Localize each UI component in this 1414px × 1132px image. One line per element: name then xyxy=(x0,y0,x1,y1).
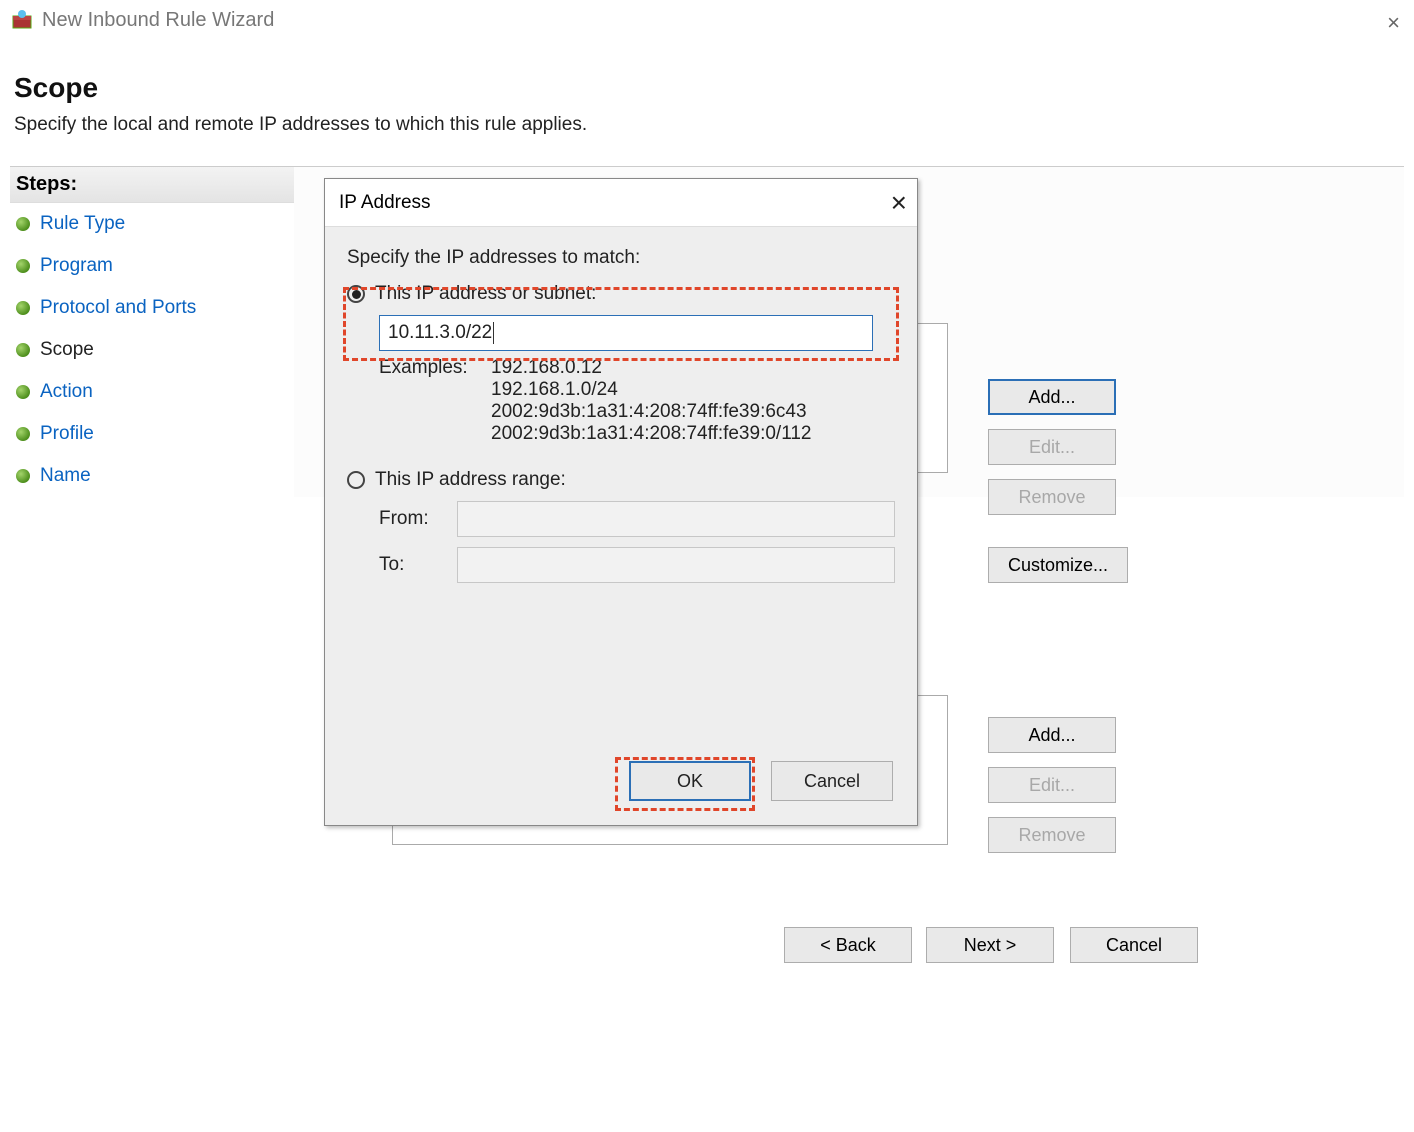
ok-button[interactable]: OK xyxy=(629,761,751,801)
remove-button-bottom: Remove xyxy=(988,817,1116,853)
step-bullet-icon xyxy=(16,343,30,357)
dialog-titlebar: IP Address × xyxy=(325,179,917,227)
step-program[interactable]: Program xyxy=(10,245,294,287)
examples-label: Examples: xyxy=(379,357,479,445)
step-label: Scope xyxy=(40,339,94,361)
step-label: Name xyxy=(40,465,91,487)
dialog-title: IP Address xyxy=(339,192,431,214)
step-scope: Scope xyxy=(10,329,294,371)
ip-address-dialog: IP Address × Specify the IP addresses to… xyxy=(324,178,918,826)
page-subtitle: Specify the local and remote IP addresse… xyxy=(14,114,1404,136)
step-protocol-and-ports[interactable]: Protocol and Ports xyxy=(10,287,294,329)
dialog-close-icon[interactable]: × xyxy=(891,187,907,219)
step-bullet-icon xyxy=(16,217,30,231)
step-label: Rule Type xyxy=(40,213,125,235)
edit-button-bottom: Edit... xyxy=(988,767,1116,803)
example-entry: 2002:9d3b:1a31:4:208:74ff:fe39:6c43 xyxy=(491,401,812,423)
window-title: New Inbound Rule Wizard xyxy=(42,9,274,32)
step-action[interactable]: Action xyxy=(10,371,294,413)
ip-input[interactable]: 10.11.3.0/22 xyxy=(379,315,873,351)
firewall-icon xyxy=(12,10,32,30)
to-label: To: xyxy=(379,554,443,576)
example-entry: 192.168.0.12 xyxy=(491,357,812,379)
cancel-button[interactable]: Cancel xyxy=(1070,927,1198,963)
radio-subnet[interactable] xyxy=(347,285,365,303)
dialog-cancel-button[interactable]: Cancel xyxy=(771,761,893,801)
step-bullet-icon xyxy=(16,469,30,483)
step-bullet-icon xyxy=(16,259,30,273)
step-bullet-icon xyxy=(16,427,30,441)
radio-range-label: This IP address range: xyxy=(375,469,566,491)
add-button-top[interactable]: Add... xyxy=(988,379,1116,415)
radio-subnet-row[interactable]: This IP address or subnet: xyxy=(347,283,895,305)
example-entry: 2002:9d3b:1a31:4:208:74ff:fe39:0/112 xyxy=(491,423,812,445)
steps-pane: Steps: Rule Type Program Protocol and Port… xyxy=(10,166,294,497)
step-bullet-icon xyxy=(16,301,30,315)
add-button-bottom[interactable]: Add... xyxy=(988,717,1116,753)
step-bullet-icon xyxy=(16,385,30,399)
step-label: Action xyxy=(40,381,93,403)
next-button[interactable]: Next > xyxy=(926,927,1054,963)
edit-button-top: Edit... xyxy=(988,429,1116,465)
radio-range[interactable] xyxy=(347,471,365,489)
steps-header: Steps: xyxy=(10,166,294,203)
remove-button-top: Remove xyxy=(988,479,1116,515)
from-label: From: xyxy=(379,508,443,530)
step-label: Profile xyxy=(40,423,94,445)
back-button[interactable]: < Back xyxy=(784,927,912,963)
page-title: Scope xyxy=(14,72,1404,104)
customize-button[interactable]: Customize... xyxy=(988,547,1128,583)
step-rule-type[interactable]: Rule Type xyxy=(10,203,294,245)
ip-input-value: 10.11.3.0/22 xyxy=(388,322,492,344)
radio-range-row[interactable]: This IP address range: xyxy=(347,469,895,491)
examples-list: 192.168.0.12192.168.1.0/242002:9d3b:1a31… xyxy=(491,357,812,445)
radio-subnet-label: This IP address or subnet: xyxy=(375,283,596,305)
step-profile[interactable]: Profile xyxy=(10,413,294,455)
titlebar: New Inbound Rule Wizard × xyxy=(0,0,1414,40)
close-icon[interactable]: × xyxy=(1387,10,1400,36)
to-input xyxy=(457,547,895,583)
step-label: Program xyxy=(40,255,113,277)
from-input xyxy=(457,501,895,537)
example-entry: 192.168.1.0/24 xyxy=(491,379,812,401)
wizard-window: New Inbound Rule Wizard × Scope Specify … xyxy=(0,0,1414,1132)
dialog-prompt: Specify the IP addresses to match: xyxy=(347,247,895,269)
step-name[interactable]: Name xyxy=(10,455,294,497)
step-label: Protocol and Ports xyxy=(40,297,196,319)
